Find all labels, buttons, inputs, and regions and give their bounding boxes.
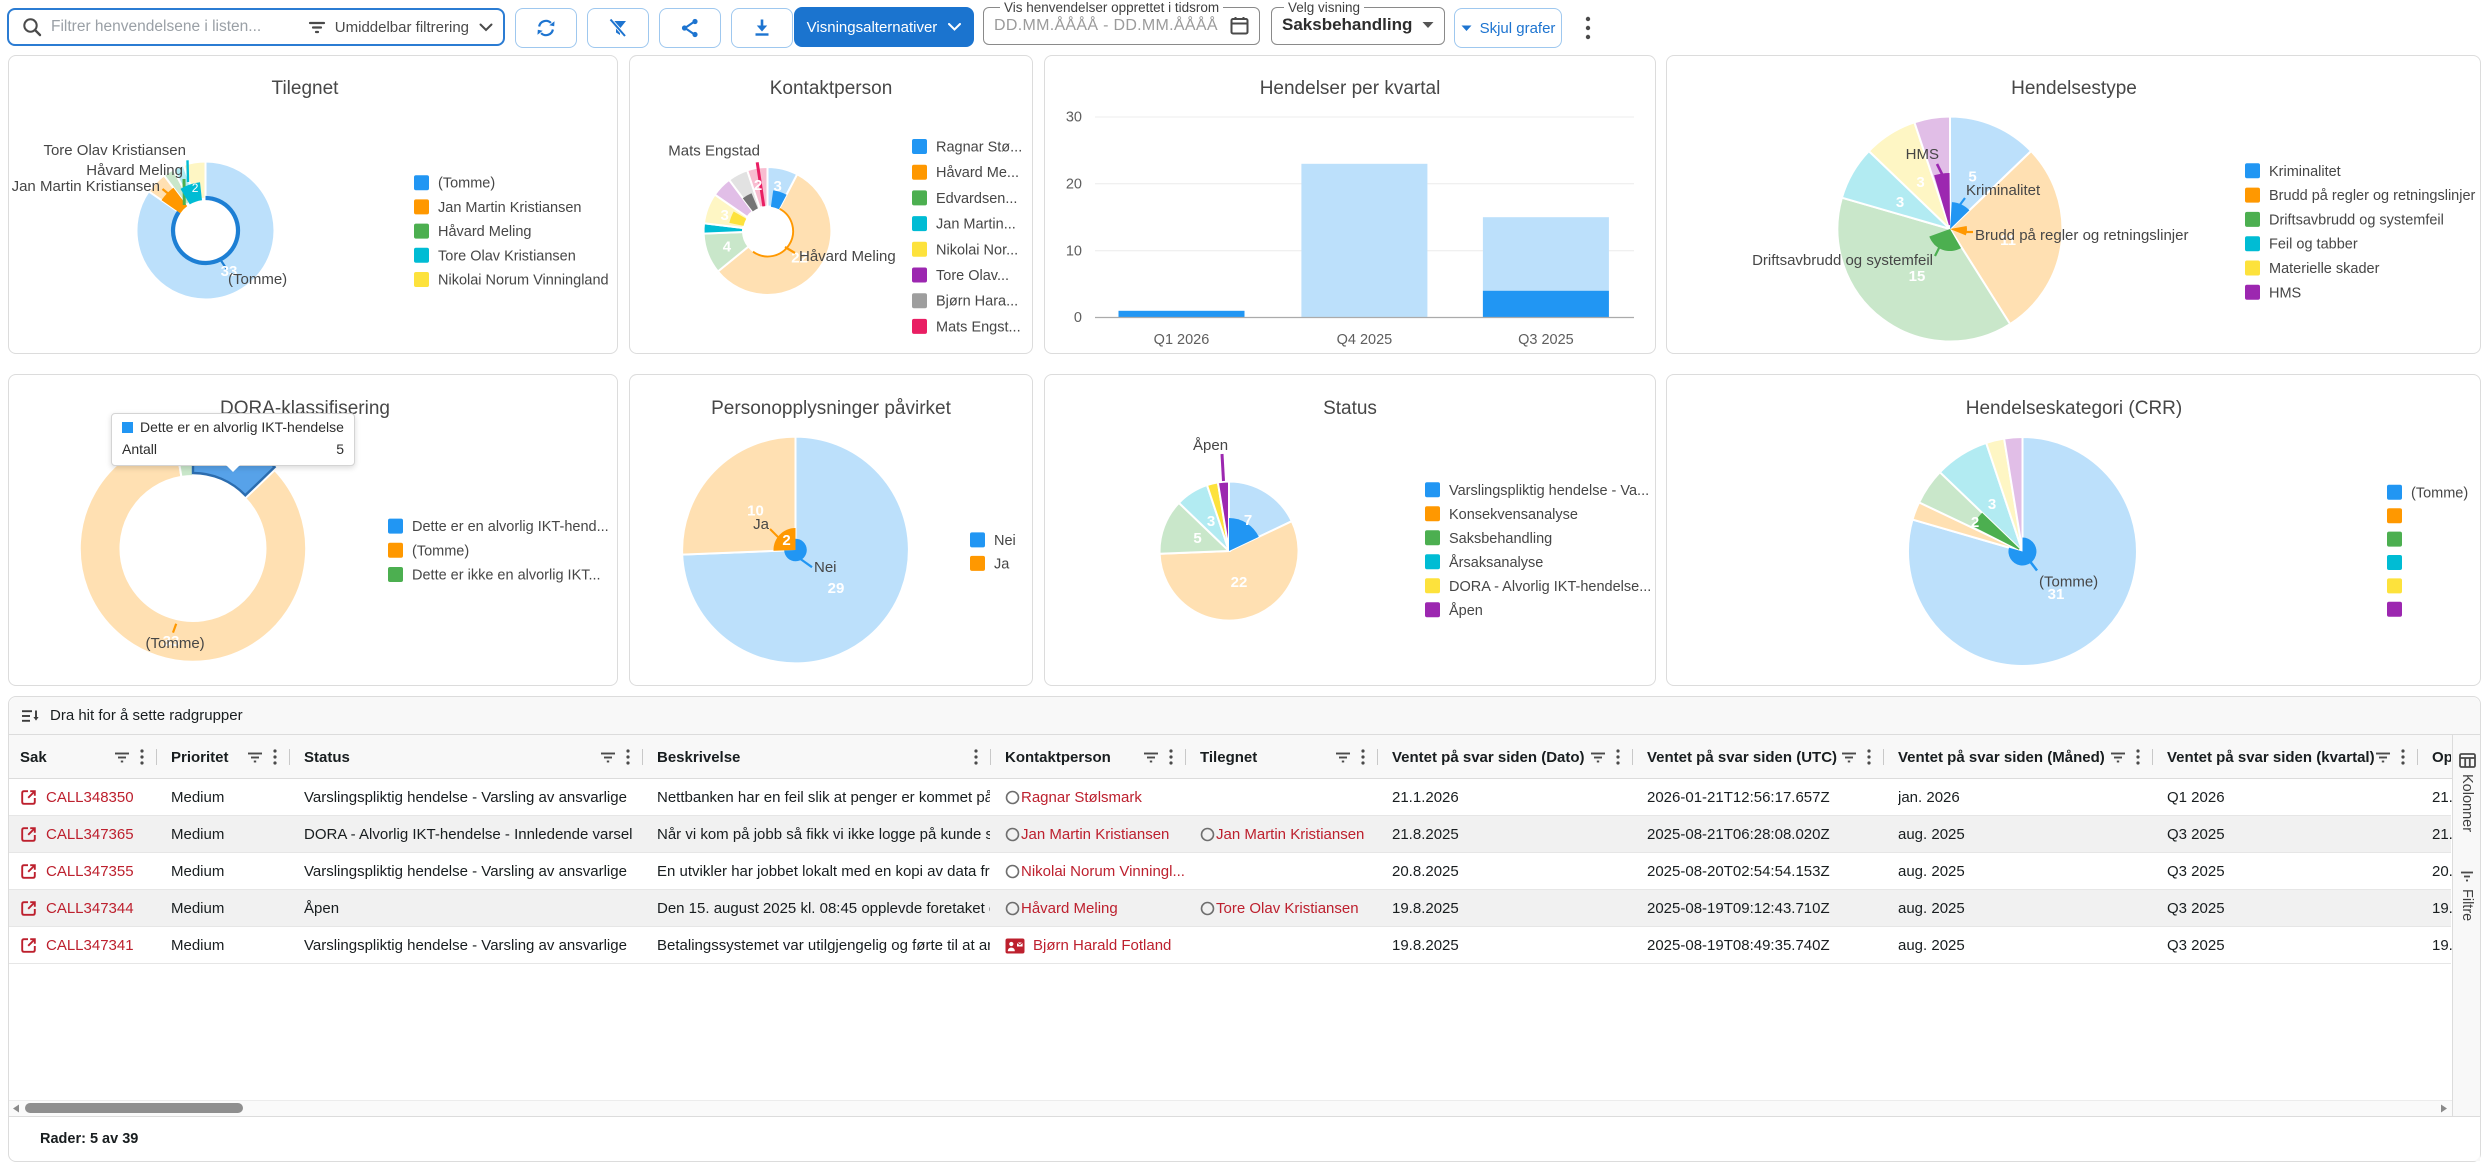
svg-text:Åpen: Åpen: [1193, 437, 1228, 454]
svg-text:3: 3: [1916, 174, 1924, 191]
svg-text:Nikolai Nor...: Nikolai Nor...: [936, 242, 1018, 258]
svg-text:22: 22: [1231, 574, 1248, 591]
svg-text:0: 0: [1074, 310, 1082, 326]
svg-text:Bjørn Hara...: Bjørn Hara...: [936, 294, 1018, 310]
svg-text:Ja: Ja: [753, 516, 770, 533]
svg-text:15: 15: [1909, 268, 1926, 285]
svg-text:(Tomme): (Tomme): [228, 271, 287, 288]
svg-text:Brudd på regler og retningslin: Brudd på regler og retningslinjer: [1975, 227, 2188, 244]
svg-text:Håvard Meling: Håvard Meling: [86, 162, 183, 179]
svg-text:Håvard Meling: Håvard Meling: [799, 248, 896, 265]
svg-text:Materielle skader: Materielle skader: [2269, 261, 2380, 277]
svg-text:Personopplysninger påvirket: Personopplysninger påvirket: [711, 398, 951, 419]
svg-text:Konsekvensanalyse: Konsekvensanalyse: [1449, 507, 1578, 523]
svg-text:Ragnar Stø...: Ragnar Stø...: [936, 140, 1022, 156]
svg-text:Ja: Ja: [994, 556, 1010, 572]
svg-text:Dette er ikke en alvorlig IKT.: Dette er ikke en alvorlig IKT...: [412, 568, 601, 584]
svg-text:5: 5: [1193, 530, 1201, 547]
svg-text:Driftsavbrudd og systemfeil: Driftsavbrudd og systemfeil: [2269, 212, 2444, 228]
svg-text:Håvard Me...: Håvard Me...: [936, 165, 1019, 181]
svg-text:Hendelser per kvartal: Hendelser per kvartal: [1260, 78, 1441, 99]
svg-text:20: 20: [1066, 177, 1082, 193]
svg-text:Q3 2025: Q3 2025: [1518, 332, 1574, 348]
svg-text:(Tomme): (Tomme): [2411, 485, 2468, 501]
svg-text:Mats Engst...: Mats Engst...: [936, 319, 1021, 335]
svg-text:Edvardsen...: Edvardsen...: [936, 191, 1017, 207]
svg-text:3: 3: [1207, 513, 1215, 530]
svg-text:Jan Martin...: Jan Martin...: [936, 217, 1016, 233]
svg-text:Åpen: Åpen: [1449, 602, 1483, 619]
svg-text:Årsaksanalyse: Årsaksanalyse: [1449, 554, 1543, 571]
svg-text:Nei: Nei: [814, 559, 837, 576]
svg-text:Nikolai Norum Vinningland: Nikolai Norum Vinningland: [438, 273, 609, 289]
svg-text:Saksbehandling: Saksbehandling: [1449, 531, 1552, 547]
svg-text:2: 2: [754, 177, 762, 194]
svg-text:Brudd på regler og retningslin: Brudd på regler og retningslinjer: [2269, 188, 2476, 204]
svg-text:(Tomme): (Tomme): [2039, 574, 2098, 591]
svg-text:Kriminalitet: Kriminalitet: [2269, 164, 2341, 180]
svg-text:Hendelseskategori (CRR): Hendelseskategori (CRR): [1966, 398, 2182, 419]
svg-text:Tore Olav Kristiansen: Tore Olav Kristiansen: [438, 248, 576, 264]
svg-text:3: 3: [1896, 194, 1904, 211]
svg-text:Jan Martin Kristiansen: Jan Martin Kristiansen: [12, 178, 160, 195]
svg-text:Driftsavbrudd og systemfeil: Driftsavbrudd og systemfeil: [1752, 252, 1933, 269]
svg-text:Dette er en alvorlig IKT-hend.: Dette er en alvorlig IKT-hend...: [412, 519, 609, 535]
svg-text:Status: Status: [1323, 398, 1377, 419]
svg-text:Varslingspliktig hendelse - Va: Varslingspliktig hendelse - Va...: [1449, 483, 1649, 499]
svg-text:Kriminalitet: Kriminalitet: [1966, 182, 2041, 199]
svg-text:HMS: HMS: [2269, 285, 2301, 301]
svg-text:(Tomme): (Tomme): [438, 176, 495, 192]
svg-text:Tilegnet: Tilegnet: [272, 78, 340, 99]
svg-text:3: 3: [774, 178, 782, 195]
svg-text:HMS: HMS: [1906, 146, 1939, 163]
svg-text:Tore Olav...: Tore Olav...: [936, 268, 1009, 284]
svg-text:10: 10: [1066, 243, 1082, 259]
svg-text:Nei: Nei: [994, 533, 1016, 549]
svg-text:3: 3: [721, 207, 729, 224]
svg-text:Jan Martin Kristiansen: Jan Martin Kristiansen: [438, 200, 581, 216]
svg-text:(Tomme): (Tomme): [146, 635, 205, 652]
svg-text:2: 2: [192, 181, 199, 195]
svg-text:Tore Olav Kristiansen: Tore Olav Kristiansen: [43, 142, 186, 159]
svg-text:Kontaktperson: Kontaktperson: [770, 78, 893, 99]
svg-text:DORA - Alvorlig IKT-hendelse..: DORA - Alvorlig IKT-hendelse...: [1449, 579, 1651, 595]
svg-text:Hendelsestype: Hendelsestype: [2011, 78, 2137, 99]
svg-text:Mats Engstad: Mats Engstad: [668, 143, 760, 160]
svg-text:29: 29: [828, 580, 845, 597]
svg-text:Feil og tabber: Feil og tabber: [2269, 237, 2358, 253]
svg-text:Q1 2026: Q1 2026: [1154, 332, 1210, 348]
svg-text:7: 7: [1244, 512, 1252, 529]
svg-text:(Tomme): (Tomme): [412, 543, 469, 559]
svg-text:30: 30: [1066, 110, 1082, 126]
svg-text:Q4 2025: Q4 2025: [1337, 332, 1393, 348]
svg-text:Håvard Meling: Håvard Meling: [438, 224, 532, 240]
svg-text:4: 4: [723, 239, 732, 256]
svg-text:3: 3: [1988, 496, 1996, 513]
svg-text:2: 2: [1971, 514, 1979, 531]
svg-text:2: 2: [782, 532, 790, 549]
